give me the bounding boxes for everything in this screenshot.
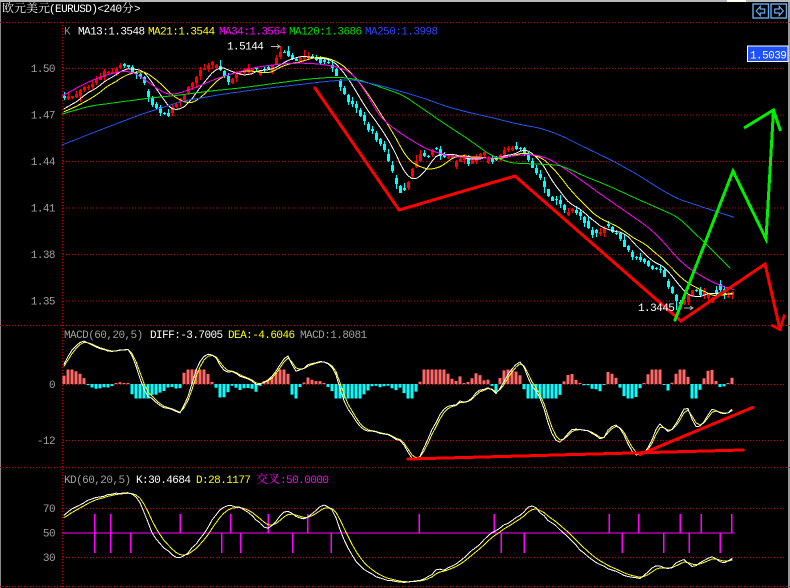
svg-text:1.3445: 1.3445 bbox=[638, 303, 674, 315]
svg-text:MA34:1.3564: MA34:1.3564 bbox=[219, 27, 287, 39]
svg-text:70: 70 bbox=[43, 504, 55, 516]
svg-text:K: K bbox=[64, 27, 71, 39]
svg-text:1.44: 1.44 bbox=[31, 157, 56, 169]
svg-text:1.5039: 1.5039 bbox=[750, 51, 786, 63]
svg-text:K:30.4684: K:30.4684 bbox=[136, 475, 191, 487]
svg-text:MA250:1.3998: MA250:1.3998 bbox=[365, 27, 438, 39]
svg-text:KD(60,20,5): KD(60,20,5) bbox=[64, 475, 131, 487]
svg-text:(EURUSD)<240: (EURUSD)<240 bbox=[49, 4, 122, 16]
svg-text:MACD:1.8081: MACD:1.8081 bbox=[300, 330, 368, 342]
svg-text:50: 50 bbox=[43, 529, 55, 541]
svg-text:>: > bbox=[134, 4, 141, 16]
svg-text:MACD(60,20,5): MACD(60,20,5) bbox=[64, 330, 143, 342]
svg-text:1.35: 1.35 bbox=[31, 297, 55, 309]
svg-text:MA13:1.3548: MA13:1.3548 bbox=[78, 27, 145, 39]
svg-text:1.50: 1.50 bbox=[31, 64, 55, 76]
svg-text:30: 30 bbox=[43, 553, 55, 565]
svg-text:0: 0 bbox=[49, 380, 55, 392]
svg-text:1.41: 1.41 bbox=[31, 204, 56, 216]
svg-text:1.47: 1.47 bbox=[31, 111, 55, 123]
svg-text:1.38: 1.38 bbox=[31, 250, 55, 262]
svg-text:D:28.1177: D:28.1177 bbox=[196, 475, 250, 487]
svg-text:DIFF:-3.7005: DIFF:-3.7005 bbox=[150, 330, 223, 342]
svg-text:MA21:1.3544: MA21:1.3544 bbox=[148, 27, 216, 39]
svg-text:MA120:1.3686: MA120:1.3686 bbox=[289, 27, 362, 39]
svg-text:DEA:-4.6046: DEA:-4.6046 bbox=[228, 330, 295, 342]
svg-text:-12: -12 bbox=[37, 436, 55, 448]
svg-text:1.5144: 1.5144 bbox=[227, 42, 264, 54]
svg-text::50.0000: :50.0000 bbox=[280, 475, 328, 487]
